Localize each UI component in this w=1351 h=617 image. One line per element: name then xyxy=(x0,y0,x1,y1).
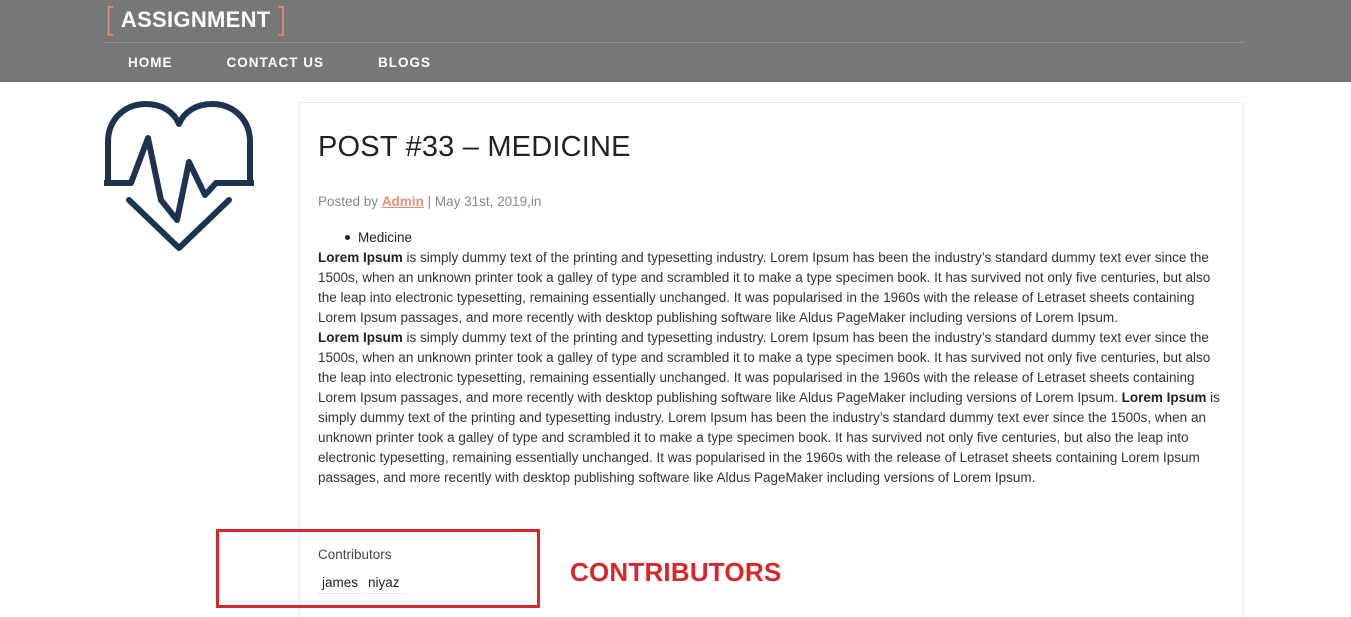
bold-text: Lorem Ipsum xyxy=(318,330,403,345)
brand-name: ASSIGNMENT xyxy=(120,7,271,32)
bold-text: Lorem Ipsum xyxy=(318,250,403,265)
annotation-highlight-box xyxy=(216,529,540,608)
paragraph-text: is simply dummy text of the printing and… xyxy=(318,250,1211,325)
main-nav: HOME CONTACT US BLOGS xyxy=(104,43,431,82)
posted-by-label: Posted by xyxy=(318,194,379,209)
heart-pulse-icon xyxy=(101,100,257,252)
category-item-medicine[interactable]: Medicine xyxy=(340,229,412,246)
meta-separator: | xyxy=(427,194,432,209)
nav-home-link[interactable]: HOME xyxy=(128,55,173,70)
bold-text: Lorem Ipsum xyxy=(1121,390,1207,405)
post-title: POST #33 – MEDICINE xyxy=(318,131,631,163)
post-date: May 31st, 2019,in xyxy=(434,194,542,209)
post-paragraph: Lorem Ipsum is simply dummy text of the … xyxy=(318,328,1230,488)
brand-bracket-close: ] xyxy=(274,0,288,39)
author-link[interactable]: Admin xyxy=(382,194,424,209)
paragraph-text: is simply dummy text of the printing and… xyxy=(318,330,1211,405)
post-meta: Posted by Admin | May 31st, 2019,in xyxy=(318,194,541,209)
brand-bracket-open: [ xyxy=(104,0,117,39)
post-body: Lorem Ipsum is simply dummy text of the … xyxy=(318,248,1230,488)
post-paragraph: Lorem Ipsum is simply dummy text of the … xyxy=(318,248,1230,328)
site-logo[interactable]: [ ASSIGNMENT ] xyxy=(104,3,287,37)
site-header: [ ASSIGNMENT ] HOME CONTACT US BLOGS xyxy=(0,0,1351,82)
category-list: Medicine xyxy=(340,229,412,246)
annotation-label: CONTRIBUTORS xyxy=(570,557,782,587)
nav-contact-link[interactable]: CONTACT US xyxy=(227,55,325,70)
nav-blogs-link[interactable]: BLOGS xyxy=(378,55,431,70)
